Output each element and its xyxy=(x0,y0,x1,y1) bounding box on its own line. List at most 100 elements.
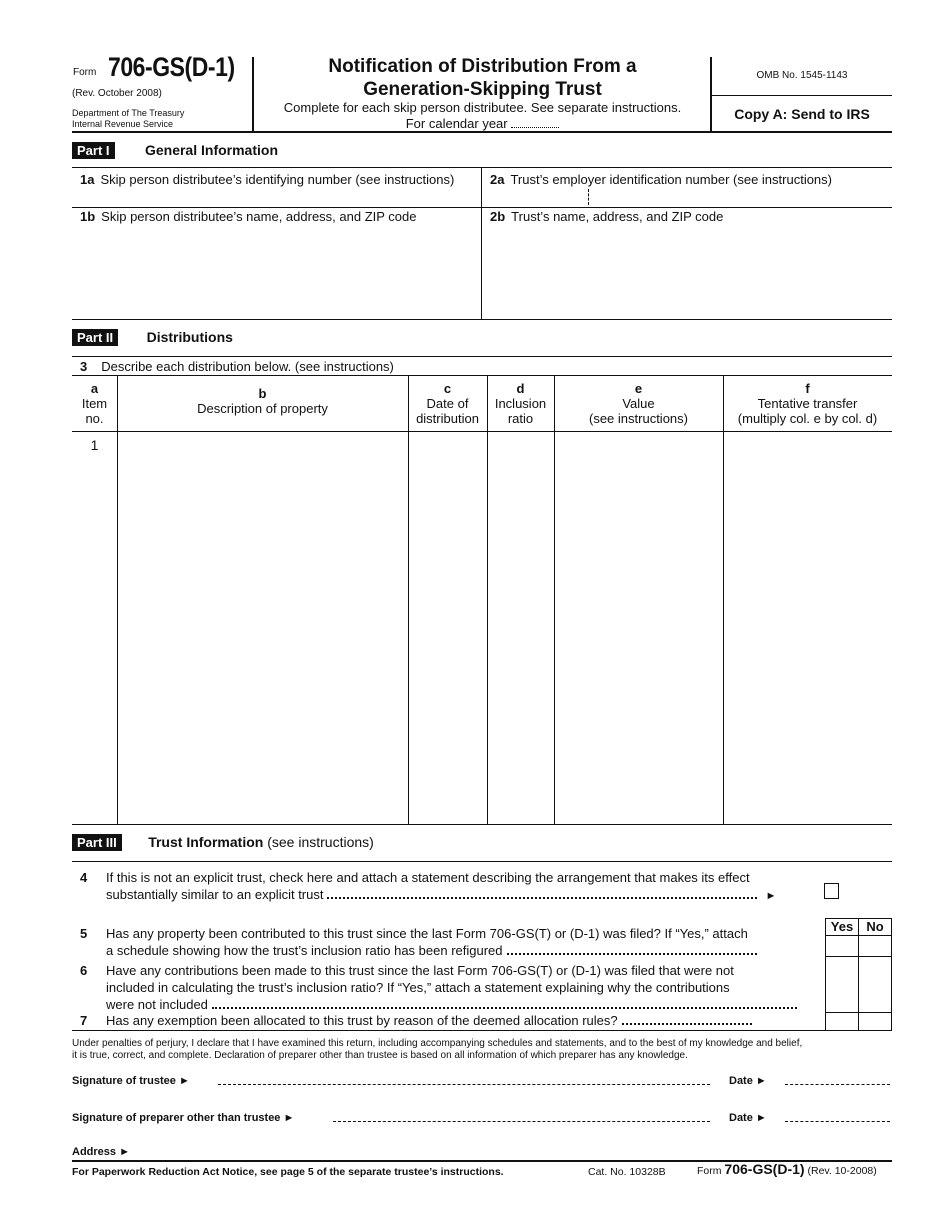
form-revision: (Rev. October 2008) xyxy=(72,88,162,99)
header-divider-left xyxy=(252,57,254,131)
q5-yes-cell[interactable] xyxy=(826,936,858,956)
declaration-line2: it is true, correct, and complete. Decla… xyxy=(72,1050,688,1061)
copy-designation: Copy A: Send to IRS xyxy=(734,106,870,122)
q5-no-cell[interactable] xyxy=(859,936,891,956)
line-1a-label: Skip person distributee’s identifying nu… xyxy=(100,172,455,187)
calendar-year-row: For calendar year xyxy=(255,116,710,132)
preparer-signature-label: Signature of preparer other than trustee… xyxy=(72,1112,295,1124)
part1-bottom-rule xyxy=(72,319,892,320)
address-label: Address ► xyxy=(72,1146,130,1158)
row-item-number: 1 xyxy=(90,437,99,453)
q6-yes-cell[interactable] xyxy=(826,957,858,1012)
q6-line2: included in calculating the trust’s incl… xyxy=(106,980,730,995)
part2-header: Part II Distributions xyxy=(72,329,233,347)
trust-ein-input[interactable] xyxy=(482,190,892,207)
part2-title: Distributions xyxy=(146,329,233,345)
part1-title: General Information xyxy=(144,142,278,158)
inclusion-ratio-input[interactable] xyxy=(488,432,554,824)
q5-line2: a schedule showing how the trust’s inclu… xyxy=(106,943,503,958)
col-a-line2: no. xyxy=(85,411,104,426)
yes-header: Yes xyxy=(830,919,854,934)
q4-line2: substantially similar to an explicit tru… xyxy=(106,887,324,902)
line-2a-label: Trust’s employer identification number (… xyxy=(510,172,832,187)
q7-leader-dots xyxy=(621,1017,752,1025)
col-header-d: d Inclusion ratio xyxy=(487,381,554,426)
no-header: No xyxy=(866,919,884,934)
q4-line1: If this is not an explicit trust, check … xyxy=(106,870,750,885)
part3-title: Trust Information (see instructions) xyxy=(148,834,374,850)
form-subtitle: Complete for each skip person distribute… xyxy=(255,100,710,132)
part1-mid-rule xyxy=(72,207,892,208)
col-header-f: f Tentative transfer (multiply col. e by… xyxy=(723,381,892,426)
part3-header: Part III Trust Information (see instruct… xyxy=(72,834,374,852)
line-1b: 1b Skip person distributee’s name, addres… xyxy=(80,209,417,224)
q6-text: Have any contributions been made to this… xyxy=(106,962,821,1013)
trustee-signature-label: Signature of trustee ► xyxy=(72,1075,190,1087)
line-3: 3 Describe each distribution below. (see … xyxy=(80,359,394,374)
trust-address-input[interactable] xyxy=(482,228,892,318)
title-line2: Generation-Skipping Trust xyxy=(363,79,602,100)
footer-form-id: Form 706-GS(D-1) (Rev. 10-2008) xyxy=(697,1161,877,1177)
declaration-line1: Under penalties of perjury, I declare th… xyxy=(72,1038,803,1049)
line-2b-num: 2b xyxy=(490,209,506,224)
calendar-year-field[interactable] xyxy=(511,118,560,128)
footer-revision: (Rev. 10-2008) xyxy=(807,1165,877,1177)
line-1a-num: 1a xyxy=(80,172,95,187)
department-line1: Department of The Treasury xyxy=(72,108,185,118)
col-f-line1: Tentative transfer xyxy=(757,396,858,411)
preparer-signature-field[interactable] xyxy=(333,1121,710,1122)
part2-top-rule xyxy=(72,356,892,357)
distributee-id-input[interactable] xyxy=(72,190,480,207)
q5-number: 5 xyxy=(80,926,88,941)
trustee-date-label: Date ► xyxy=(729,1075,767,1087)
line-1a: 1a Skip person distributee’s identifying … xyxy=(80,172,454,187)
trustee-date-field[interactable] xyxy=(785,1084,890,1085)
q4-checkbox[interactable] xyxy=(824,883,839,899)
q6-number: 6 xyxy=(80,963,88,978)
department: Department of The Treasury Internal Reve… xyxy=(72,108,184,130)
form-number: 706-GS(D-1) xyxy=(108,52,235,82)
q4-text: If this is not an explicit trust, check … xyxy=(106,869,826,905)
line-2a-num: 2a xyxy=(490,172,505,187)
col-d-letter: d xyxy=(516,381,525,396)
col-c-line2: distribution xyxy=(416,411,479,426)
part3-bottom-rule xyxy=(72,1030,892,1031)
q4-number: 4 xyxy=(80,870,88,885)
preparer-date-field[interactable] xyxy=(785,1121,890,1122)
line-2a: 2a Trust’s employer identification number… xyxy=(490,172,832,187)
footer-form-word: Form xyxy=(697,1165,722,1177)
q7-no-cell[interactable] xyxy=(859,1013,891,1030)
paperwork-notice: For Paperwork Reduction Act Notice, see … xyxy=(72,1166,504,1178)
col-b-letter: b xyxy=(258,386,267,401)
address-field[interactable] xyxy=(145,1144,890,1159)
col-f-letter: f xyxy=(805,381,810,396)
form-title: Notification of Distribution From a Gene… xyxy=(255,55,710,101)
q7-line1-row: Has any exemption been allocated to this… xyxy=(106,1012,821,1029)
q7-number: 7 xyxy=(80,1013,88,1028)
part3-title-suffix: (see instructions) xyxy=(267,834,374,850)
q6-no-cell[interactable] xyxy=(859,957,891,1012)
q6-line3: were not included xyxy=(106,997,208,1012)
q7-yes-cell[interactable] xyxy=(826,1013,858,1030)
footer-form-number: 706-GS(D-1) xyxy=(724,1161,805,1177)
q6-line3-row: were not included xyxy=(106,996,821,1013)
department-line2: Internal Revenue Service xyxy=(72,119,174,129)
value-input[interactable] xyxy=(555,432,723,824)
col-e-letter: e xyxy=(634,381,643,396)
col-header-e: e Value (see instructions) xyxy=(554,381,723,426)
table-top-rule xyxy=(72,375,892,376)
col-header-a: a Item no. xyxy=(72,381,117,426)
col-f-line2: (multiply col. e by col. d) xyxy=(737,411,878,426)
description-input[interactable] xyxy=(118,432,408,824)
part2-badge: Part II xyxy=(72,329,119,346)
calendar-year-label: For calendar year xyxy=(405,116,508,131)
q5-line2-row: a schedule showing how the trust’s inclu… xyxy=(106,942,821,959)
trustee-signature-field[interactable] xyxy=(218,1084,710,1085)
arrow-icon: ► xyxy=(765,890,777,902)
col-d-line1: Inclusion xyxy=(494,396,547,411)
q5-leader-dots xyxy=(506,947,757,955)
tentative-transfer-input[interactable] xyxy=(724,432,892,824)
date-input[interactable] xyxy=(409,432,487,824)
distributee-address-input[interactable] xyxy=(72,228,480,318)
q4-leader-dots xyxy=(327,891,758,899)
